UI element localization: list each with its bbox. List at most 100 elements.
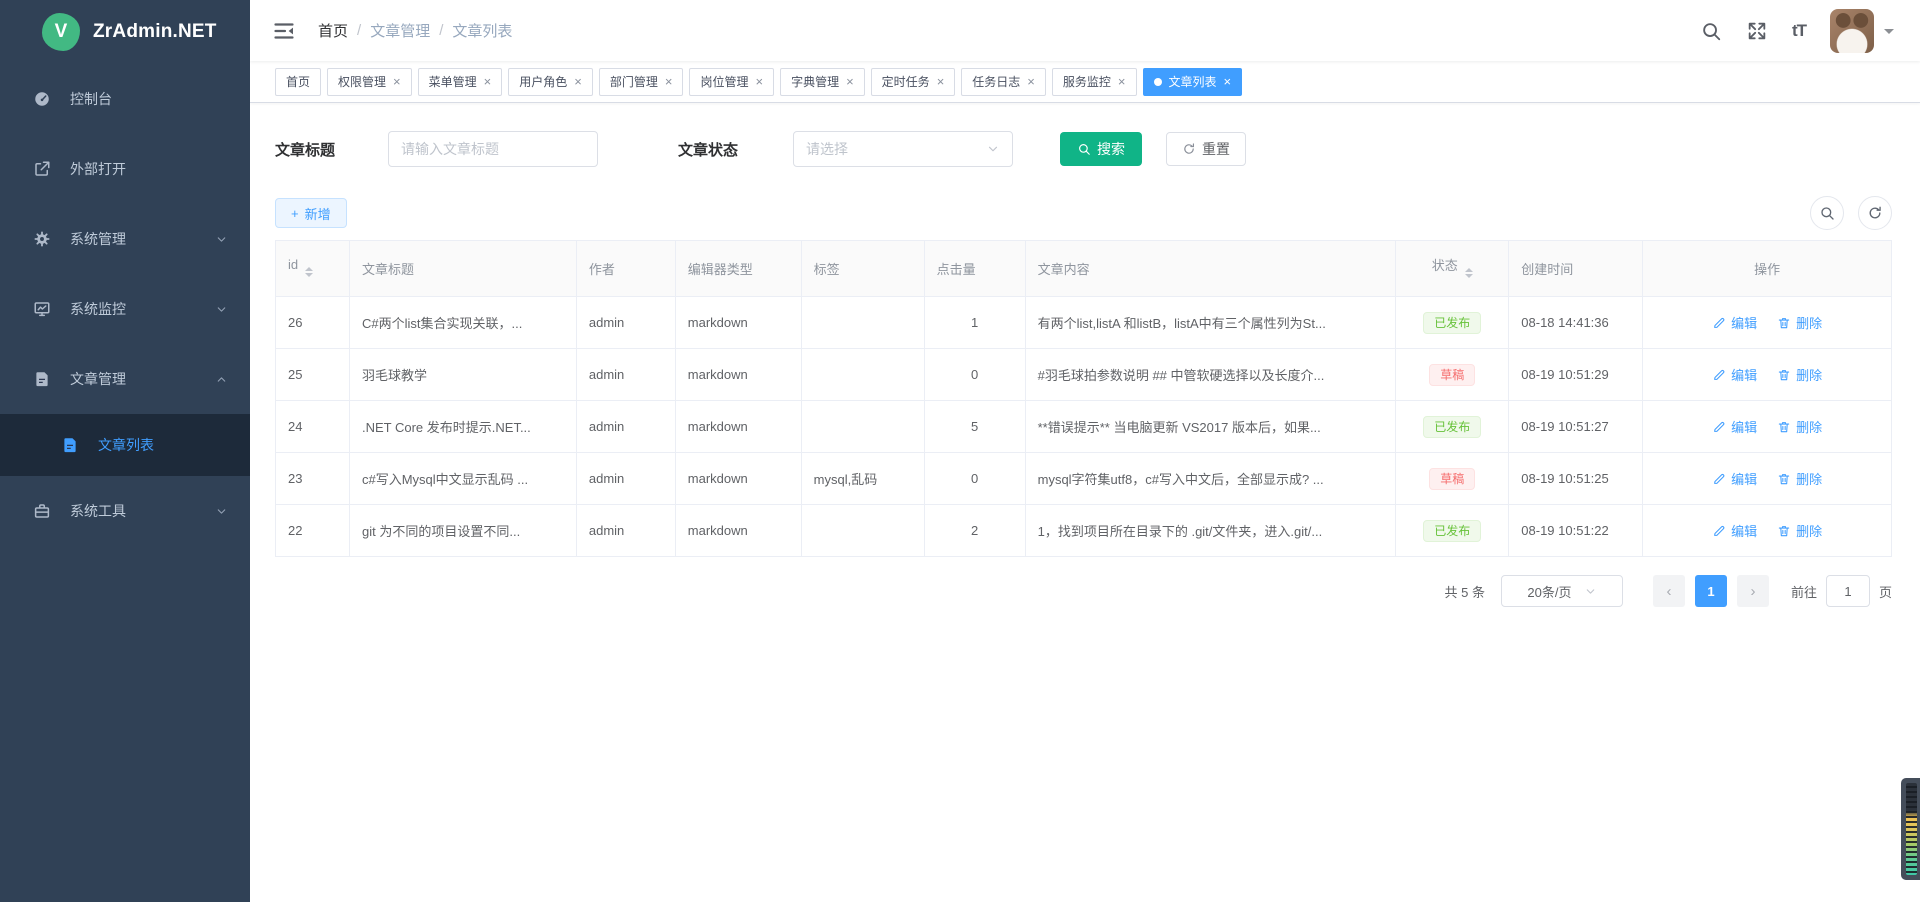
- cell-status: 草稿: [1396, 349, 1509, 401]
- chevron-down-icon: [986, 142, 1000, 156]
- sort-icon[interactable]: [1465, 264, 1473, 282]
- tab-home[interactable]: 首页: [275, 68, 321, 96]
- delete-button[interactable]: 删除: [1777, 365, 1822, 384]
- navbar-actions: tT: [1700, 9, 1894, 53]
- sidebar-item-console[interactable]: 控制台: [0, 64, 250, 134]
- cell-actions: 编辑 删除: [1643, 401, 1892, 453]
- font-size-icon[interactable]: tT: [1792, 21, 1806, 41]
- breadcrumb-article-list: 文章列表: [452, 20, 512, 41]
- sidebar-item-system-monitor[interactable]: 系统监控: [0, 274, 250, 344]
- delete-button[interactable]: 删除: [1777, 521, 1822, 540]
- reset-button[interactable]: 重置: [1166, 132, 1246, 166]
- article-status-label: 文章状态: [678, 139, 738, 160]
- edit-button[interactable]: 编辑: [1712, 365, 1757, 384]
- tab-article-list[interactable]: 文章列表×: [1143, 68, 1243, 96]
- tab-permission[interactable]: 权限管理 ×: [327, 68, 412, 96]
- goto-page-input[interactable]: [1826, 575, 1870, 607]
- sidebar: V ZrAdmin.NET 控制台 外部打开 系统管理 系统监控 文章管理: [0, 0, 250, 902]
- cell-content: 有两个list,listA 和listB，listA中有三个属性列为St...: [1025, 297, 1396, 349]
- cell-actions: 编辑 删除: [1643, 349, 1892, 401]
- close-icon[interactable]: ×: [484, 75, 492, 88]
- search-icon: [1077, 142, 1091, 156]
- sidebar-collapse-icon[interactable]: [272, 19, 296, 43]
- sidebar-item-label: 控制台: [70, 89, 228, 109]
- close-icon[interactable]: ×: [846, 75, 854, 88]
- tab-label: 岗位管理: [700, 73, 748, 90]
- sidebar-item-external[interactable]: 外部打开: [0, 134, 250, 204]
- tab-task-log[interactable]: 任务日志×: [961, 68, 1046, 96]
- close-icon[interactable]: ×: [393, 75, 401, 88]
- caret-down-icon[interactable]: [1884, 29, 1894, 39]
- user-menu[interactable]: [1830, 9, 1894, 53]
- sidebar-item-system-tools[interactable]: 系统工具: [0, 476, 250, 546]
- breadcrumb-article-management[interactable]: 文章管理: [370, 20, 430, 41]
- search-button[interactable]: 搜索: [1060, 132, 1142, 166]
- table-row: 22 git 为不同的项目设置不同... admin markdown 2 1，…: [276, 505, 1892, 557]
- delete-button[interactable]: 删除: [1777, 469, 1822, 488]
- article-title-input[interactable]: [388, 131, 598, 167]
- app-logo[interactable]: V ZrAdmin.NET: [0, 0, 250, 64]
- cell-id: 24: [276, 401, 350, 453]
- close-icon[interactable]: ×: [937, 75, 945, 88]
- prev-page-button[interactable]: ‹: [1653, 575, 1685, 607]
- fullscreen-icon[interactable]: [1746, 20, 1768, 42]
- add-button[interactable]: + 新增: [275, 198, 347, 228]
- page-size-select[interactable]: 20条/页: [1501, 575, 1623, 607]
- sidebar-item-system-management[interactable]: 系统管理: [0, 204, 250, 274]
- cell-editor: markdown: [675, 349, 801, 401]
- tab-dictionary[interactable]: 字典管理×: [780, 68, 865, 96]
- edit-button[interactable]: 编辑: [1712, 521, 1757, 540]
- cell-status: 已发布: [1396, 505, 1509, 557]
- close-icon[interactable]: ×: [1224, 75, 1232, 88]
- cell-actions: 编辑 删除: [1643, 297, 1892, 349]
- gear-icon: [33, 230, 51, 248]
- cell-created: 08-18 14:41:36: [1509, 297, 1643, 349]
- table-tools: [1810, 196, 1892, 230]
- avatar[interactable]: [1830, 9, 1874, 53]
- edit-button[interactable]: 编辑: [1712, 313, 1757, 332]
- cell-editor: markdown: [675, 297, 801, 349]
- tab-scheduled-task[interactable]: 定时任务×: [871, 68, 956, 96]
- cell-content: mysql字符集utf8，c#写入中文后，全部显示成? ...: [1025, 453, 1396, 505]
- cell-title: .NET Core 发布时提示.NET...: [350, 401, 577, 453]
- show-search-button[interactable]: [1810, 196, 1844, 230]
- tab-post[interactable]: 岗位管理 ×: [689, 68, 774, 96]
- column-header-tags: 标签: [801, 241, 924, 297]
- page-size-value: 20条/页: [1527, 582, 1571, 601]
- tab-menu[interactable]: 菜单管理 ×: [418, 68, 503, 96]
- status-badge: 已发布: [1423, 416, 1481, 438]
- sort-icon[interactable]: [305, 263, 313, 281]
- status-badge: 草稿: [1429, 364, 1475, 386]
- cell-created: 08-19 10:51:25: [1509, 453, 1643, 505]
- sidebar-item-article-list[interactable]: 文章列表: [0, 414, 250, 476]
- cell-id: 25: [276, 349, 350, 401]
- close-icon[interactable]: ×: [1118, 75, 1126, 88]
- close-icon[interactable]: ×: [665, 75, 673, 88]
- delete-button[interactable]: 删除: [1777, 417, 1822, 436]
- edit-button[interactable]: 编辑: [1712, 417, 1757, 436]
- tab-label: 权限管理: [338, 73, 386, 90]
- sidebar-item-article-management[interactable]: 文章管理: [0, 344, 250, 414]
- article-status-select[interactable]: 请选择: [793, 131, 1013, 167]
- cell-editor: markdown: [675, 505, 801, 557]
- breadcrumb-home[interactable]: 首页: [318, 20, 348, 41]
- cell-created: 08-19 10:51:29: [1509, 349, 1643, 401]
- column-header-title: 文章标题: [350, 241, 577, 297]
- tab-service-monitor[interactable]: 服务监控×: [1052, 68, 1137, 96]
- close-icon[interactable]: ×: [574, 75, 582, 88]
- refresh-button[interactable]: [1858, 196, 1892, 230]
- select-placeholder: 请选择: [806, 139, 848, 159]
- page-number-current[interactable]: 1: [1695, 575, 1727, 607]
- tab-department[interactable]: 部门管理×: [599, 68, 684, 96]
- search-icon[interactable]: [1700, 20, 1722, 42]
- tab-label: 菜单管理: [429, 73, 477, 90]
- page-content: 文章标题 文章状态 请选择 搜索 重置 + 新增: [250, 103, 1920, 607]
- chevron-up-icon: [215, 373, 228, 386]
- close-icon[interactable]: ×: [1027, 75, 1035, 88]
- tab-user-role[interactable]: 用户角色×: [508, 68, 593, 96]
- delete-button[interactable]: 删除: [1777, 313, 1822, 332]
- close-icon[interactable]: ×: [755, 75, 763, 88]
- cell-title: 羽毛球教学: [350, 349, 577, 401]
- edit-button[interactable]: 编辑: [1712, 469, 1757, 488]
- next-page-button[interactable]: ›: [1737, 575, 1769, 607]
